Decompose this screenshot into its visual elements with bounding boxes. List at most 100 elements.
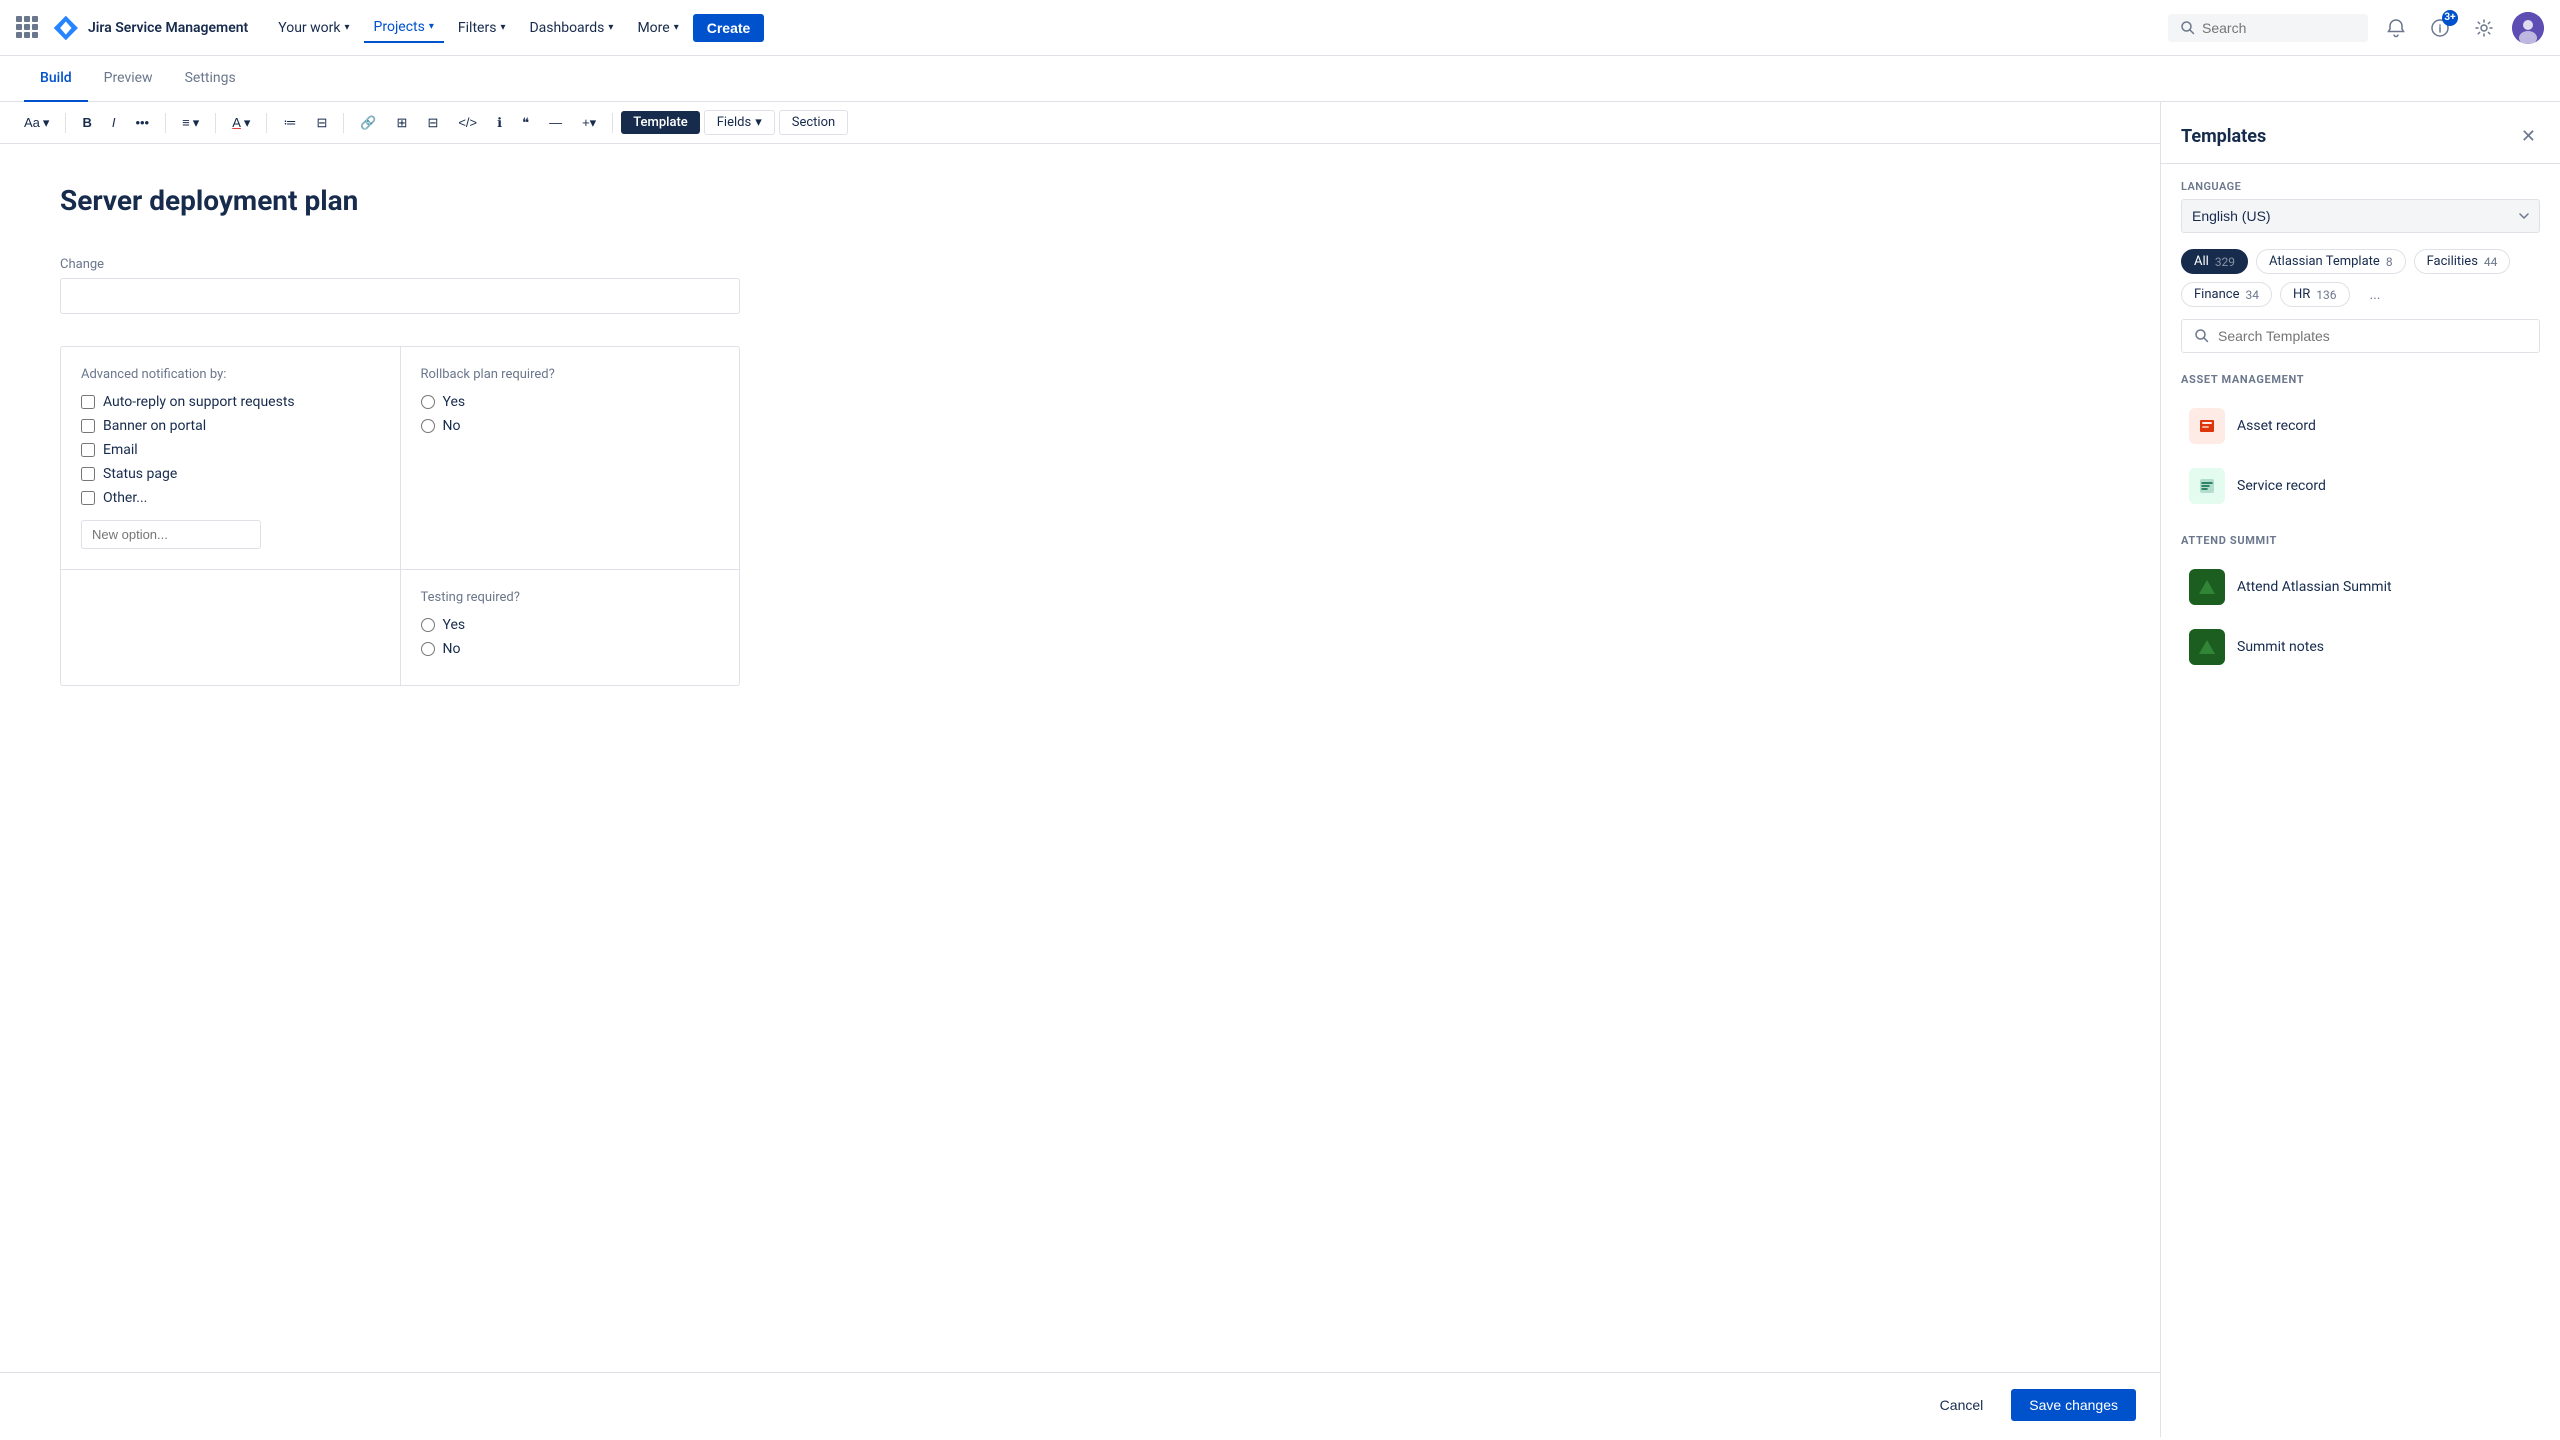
testing-cell: Testing required? Yes No (401, 570, 740, 685)
testing-no[interactable]: No (421, 641, 720, 657)
add-button[interactable]: +▾ (574, 111, 604, 135)
filter-finance[interactable]: Finance 34 (2181, 282, 2272, 307)
search-templates-bar[interactable] (2181, 319, 2540, 353)
status-checkbox[interactable] (81, 467, 95, 481)
attend-summit-icon (2189, 569, 2225, 605)
layout-button[interactable]: ⊟ (419, 111, 446, 135)
language-select[interactable]: English (US) French German Spanish (2181, 199, 2540, 233)
filter-pills: All 329 Atlassian Template 8 Facilities … (2181, 249, 2540, 307)
more-filters-button[interactable]: ... (2358, 282, 2393, 307)
rollback-no-radio[interactable] (421, 419, 435, 433)
help-button[interactable]: 3+ (2424, 12, 2456, 44)
code-button[interactable]: </> (450, 111, 485, 134)
app-logo: Jira Service Management (52, 14, 248, 42)
bullet-list-button[interactable]: ≔ (275, 111, 304, 135)
checkbox-banner[interactable]: Banner on portal (81, 418, 380, 434)
link-button[interactable]: 🔗 (352, 111, 384, 135)
toolbar-separator (343, 113, 344, 133)
rollback-yes[interactable]: Yes (421, 394, 720, 410)
checkbox-email[interactable]: Email (81, 442, 380, 458)
sidebar-title: Templates (2181, 126, 2266, 147)
attend-summit-label: ATTEND SUMMIT (2181, 534, 2540, 547)
search-bar[interactable] (2168, 14, 2368, 42)
rollback-yes-radio[interactable] (421, 395, 435, 409)
change-field-label: Change (60, 257, 2100, 272)
table-button[interactable]: ⊞ (389, 111, 416, 135)
jira-logo-icon (52, 14, 80, 42)
templates-sidebar: Templates ✕ LANGUAGE English (US) French… (2160, 102, 2560, 1437)
template-button[interactable]: Template (621, 111, 700, 134)
auto-reply-checkbox[interactable] (81, 395, 95, 409)
checkbox-other[interactable]: Other... (81, 490, 380, 506)
tab-preview[interactable]: Preview (88, 56, 169, 102)
chevron-down-icon: ▾ (429, 21, 434, 32)
nav-more[interactable]: More ▾ (627, 14, 688, 42)
attend-summit-name: Attend Atlassian Summit (2237, 579, 2392, 595)
testing-no-radio[interactable] (421, 642, 435, 656)
search-icon (2194, 328, 2210, 344)
align-button[interactable]: ≡ ▾ (174, 111, 207, 135)
summit-notes-name: Summit notes (2237, 639, 2324, 655)
font-size-button[interactable]: Aa ▾ (16, 111, 57, 135)
filter-hr[interactable]: HR 136 (2280, 282, 2350, 307)
template-summit-notes[interactable]: Summit notes (2181, 619, 2540, 675)
bold-button[interactable]: B (74, 111, 99, 134)
divider-button[interactable]: — (541, 111, 570, 134)
italic-button[interactable]: I (104, 111, 124, 134)
avatar[interactable] (2512, 12, 2544, 44)
nav-your-work[interactable]: Your work ▾ (268, 14, 359, 42)
other-checkbox[interactable] (81, 491, 95, 505)
info-button[interactable]: ℹ (489, 111, 510, 135)
close-sidebar-button[interactable]: ✕ (2517, 122, 2540, 151)
nav-items: Your work ▾ Projects ▾ Filters ▾ Dashboa… (268, 13, 2160, 43)
create-button[interactable]: Create (693, 14, 765, 42)
toolbar-separator (612, 113, 613, 133)
settings-button[interactable] (2468, 12, 2500, 44)
sidebar-body: LANGUAGE English (US) French German Span… (2161, 164, 2560, 1437)
quote-button[interactable]: ❝ (514, 111, 537, 135)
filter-facilities[interactable]: Facilities 44 (2414, 249, 2511, 274)
filter-all[interactable]: All 329 (2181, 249, 2248, 274)
asset-record-name: Asset record (2237, 418, 2316, 434)
search-input[interactable] (2202, 20, 2342, 36)
more-format-button[interactable]: ••• (127, 111, 157, 134)
email-checkbox[interactable] (81, 443, 95, 457)
template-attend-summit[interactable]: Attend Atlassian Summit (2181, 559, 2540, 615)
fields-button[interactable]: Fields ▾ (704, 110, 775, 135)
main-layout: Aa ▾ B I ••• ≡ ▾ A ▾ ≔ ⊟ 🔗 ⊞ ⊟ </> (0, 102, 2560, 1437)
nav-filters[interactable]: Filters ▾ (448, 14, 516, 42)
testing-yes-radio[interactable] (421, 618, 435, 632)
rollback-no[interactable]: No (421, 418, 720, 434)
tab-build[interactable]: Build (24, 56, 88, 102)
document-title[interactable]: Server deployment plan (60, 184, 2100, 217)
checkbox-status[interactable]: Status page (81, 466, 380, 482)
template-service-record[interactable]: Service record (2181, 458, 2540, 514)
toolbar-separator (165, 113, 166, 133)
toolbar-separator (215, 113, 216, 133)
filter-atlassian[interactable]: Atlassian Template 8 (2256, 249, 2406, 274)
search-templates-input[interactable] (2218, 328, 2527, 344)
save-button[interactable]: Save changes (2011, 1389, 2136, 1421)
nav-right: 3+ (2168, 12, 2544, 44)
change-field-input[interactable] (60, 278, 740, 314)
text-color-button[interactable]: A ▾ (224, 111, 258, 135)
nav-projects[interactable]: Projects ▾ (364, 13, 444, 43)
asset-record-icon (2189, 408, 2225, 444)
numbered-list-button[interactable]: ⊟ (308, 111, 335, 135)
editor-footer: Cancel Save changes (0, 1372, 2160, 1437)
checkbox-auto-reply[interactable]: Auto-reply on support requests (81, 394, 380, 410)
section-button[interactable]: Section (779, 110, 848, 135)
notifications-button[interactable] (2380, 12, 2412, 44)
tab-settings[interactable]: Settings (169, 56, 252, 102)
banner-checkbox[interactable] (81, 419, 95, 433)
bell-icon (2386, 18, 2406, 38)
table-row: Advanced notification by: Auto-reply on … (61, 347, 739, 570)
cancel-button[interactable]: Cancel (1924, 1389, 2000, 1421)
testing-yes[interactable]: Yes (421, 617, 720, 633)
sub-nav: Build Preview Settings (0, 56, 2560, 102)
new-option-input[interactable] (81, 520, 261, 549)
template-asset-record[interactable]: Asset record (2181, 398, 2540, 454)
app-grid-icon[interactable] (16, 16, 40, 40)
nav-dashboards[interactable]: Dashboards ▾ (519, 14, 623, 42)
language-label: LANGUAGE (2181, 180, 2540, 193)
